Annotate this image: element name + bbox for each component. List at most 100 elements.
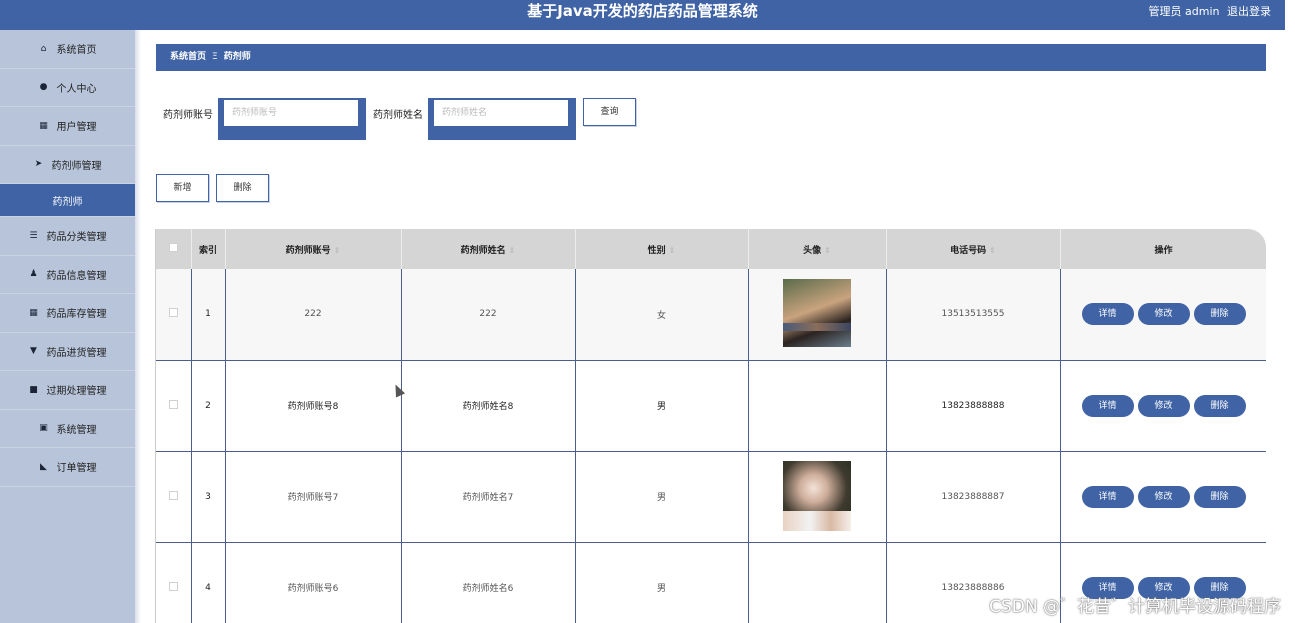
sidebar-item-system[interactable]: ▣ 系统管理	[0, 410, 135, 448]
row-checkbox[interactable]	[168, 399, 178, 409]
column-header-index: 索引	[191, 229, 226, 269]
watermark: CSDN @゛花昔゛计算机毕设源码程序	[989, 597, 1281, 617]
row-avatar-cell	[748, 510, 887, 623]
row-avatar-cell	[748, 322, 887, 452]
sidebar-item-expired[interactable]: ■ 过期处理管理	[0, 371, 135, 410]
row-gender: 男	[575, 542, 749, 623]
sidebar-item-label: 系统首页	[56, 45, 97, 57]
row-avatar-cell	[748, 269, 887, 361]
column-header-label: 性别	[647, 245, 666, 256]
name-search-input[interactable]	[434, 100, 568, 126]
column-header-label: 头像	[803, 245, 822, 256]
sort-icon: ⇕	[668, 245, 676, 255]
row-select-cell	[156, 360, 192, 452]
table-header-row: 索引 药剂师账号 ⇕ 药剂师姓名 ⇕ 性别 ⇕ 头像 ⇕ 电话号码 ⇕ 操作	[156, 229, 1266, 269]
row-index: 4	[191, 542, 226, 623]
table-row: 3 药剂师账号7 药剂师姓名7 男 13823888887 详情 修改 删除	[156, 451, 1266, 543]
sidebar-shadow	[135, 30, 141, 623]
box-icon: ■	[29, 384, 38, 395]
top-bar: 基于Java开发的药店药品管理系统 管理员 admin 退出登录	[0, 0, 1285, 30]
name-search-label: 药剂师姓名	[373, 110, 423, 121]
sidebar-item-pharmacist-management[interactable]: ➤ 药剂师管理	[0, 146, 135, 184]
avatar	[783, 278, 851, 347]
row-select-cell	[156, 269, 192, 361]
query-button[interactable]: 查询	[583, 98, 636, 126]
sidebar-item-drug-purchase[interactable]: ▼ 药品进货管理	[0, 333, 135, 371]
sidebar-item-label: 订单管理	[56, 463, 97, 475]
sidebar-item-label: 用户管理	[56, 122, 97, 134]
breadcrumb-home[interactable]: 系统首页	[170, 52, 206, 62]
column-header-actions: 操作	[1060, 229, 1266, 269]
row-account: 药剂师账号8	[225, 360, 402, 452]
breadcrumb-current: 药剂师	[223, 52, 251, 62]
sidebar-item-label: 药剂师管理	[51, 160, 102, 172]
edit-button[interactable]: 修改	[1137, 485, 1190, 508]
app-title: 基于Java开发的药店药品管理系统	[527, 2, 758, 20]
column-header-phone[interactable]: 电话号码 ⇕	[886, 229, 1061, 269]
select-all-checkbox[interactable]	[168, 243, 178, 252]
add-button[interactable]: 新增	[156, 174, 209, 202]
row-index: 3	[191, 451, 226, 543]
sidebar-item-orders[interactable]: ◣ 订单管理	[0, 448, 135, 487]
delete-button[interactable]: 删除	[216, 174, 269, 202]
row-gender: 男	[575, 360, 749, 452]
row-name: 药剂师姓名8	[401, 360, 576, 452]
sidebar-item-label: 药品分类管理	[46, 232, 107, 244]
logout-link[interactable]: 退出登录	[1227, 5, 1271, 18]
clipboard-icon: ▣	[39, 423, 48, 434]
row-checkbox[interactable]	[168, 490, 178, 500]
row-select-cell	[156, 451, 192, 543]
detail-button[interactable]: 详情	[1081, 303, 1134, 326]
row-select-cell	[156, 542, 192, 623]
row-actions: 详情 修改 删除	[1060, 451, 1266, 543]
row-gender: 女	[575, 269, 749, 361]
sort-icon: ⇕	[824, 245, 831, 255]
sidebar-item-label: 药品信息管理	[46, 270, 107, 282]
row-phone: 13823888887	[886, 451, 1061, 543]
home-icon: ⌂	[40, 43, 47, 54]
sidebar-item-user-management[interactable]: ▦ 用户管理	[0, 107, 135, 146]
account-search-input[interactable]	[224, 100, 358, 126]
select-all-cell	[156, 229, 192, 269]
row-checkbox[interactable]	[168, 308, 178, 318]
detail-button[interactable]: 详情	[1081, 394, 1134, 417]
user-icon: ●	[39, 82, 48, 93]
sidebar-item-drug-stock[interactable]: ▦ 药品库存管理	[0, 294, 135, 333]
column-header-name[interactable]: 药剂师姓名 ⇕	[401, 229, 576, 269]
sidebar-item-home[interactable]: ⌂ 系统首页	[0, 30, 135, 69]
sidebar-item-label: 个人中心	[56, 83, 97, 95]
sidebar-item-drug-category[interactable]: ☰ 药品分类管理	[0, 217, 135, 256]
row-delete-button[interactable]: 删除	[1193, 485, 1246, 508]
row-checkbox[interactable]	[168, 581, 178, 591]
column-header-label: 药剂师姓名	[460, 245, 506, 256]
edit-button[interactable]: 修改	[1137, 303, 1190, 326]
column-header-label: 电话号码	[950, 245, 987, 256]
avatar	[783, 322, 851, 331]
sidebar-item-personal-center[interactable]: ● 个人中心	[0, 69, 135, 107]
column-header-gender[interactable]: 性别 ⇕	[575, 229, 749, 269]
sidebar: ⌂ 系统首页 ● 个人中心 ▦ 用户管理 ➤ 药剂师管理 药剂师 ☰ 药品分类管理 ♟ 药品…	[0, 30, 135, 623]
row-delete-button[interactable]: 删除	[1193, 394, 1246, 417]
sidebar-item-drug-info[interactable]: ♟ 药品信息管理	[0, 256, 135, 294]
row-index: 2	[191, 360, 226, 452]
row-phone: 13823888888	[886, 360, 1061, 452]
account-search-label: 药剂师账号	[163, 110, 213, 121]
sort-icon: ⇕	[508, 245, 516, 255]
sidebar-item-label: 药品进货管理	[46, 347, 107, 359]
row-name: 222	[401, 269, 576, 361]
send-icon: ➤	[34, 159, 43, 170]
row-delete-button[interactable]: 删除	[1193, 303, 1246, 326]
detail-button[interactable]: 详情	[1081, 485, 1134, 508]
column-header-label: 药剂师账号	[285, 245, 331, 256]
sidebar-item-label: 药剂师	[52, 196, 83, 208]
column-header-avatar[interactable]: 头像 ⇕	[748, 229, 887, 269]
row-gender: 男	[575, 451, 749, 543]
grid-icon: ▦	[29, 307, 38, 318]
column-header-account[interactable]: 药剂师账号 ⇕	[225, 229, 402, 269]
pharmacist-table: 索引 药剂师账号 ⇕ 药剂师姓名 ⇕ 性别 ⇕ 头像 ⇕ 电话号码 ⇕ 操作 1 222 …	[155, 229, 1266, 623]
edit-button[interactable]: 修改	[1137, 394, 1190, 417]
breadcrumb: 系统首页 Ξ 药剂师	[156, 44, 1266, 71]
sidebar-item-label: 系统管理	[56, 424, 97, 436]
sidebar-item-pharmacist[interactable]: 药剂师	[0, 184, 135, 217]
account-search-box	[218, 98, 366, 140]
